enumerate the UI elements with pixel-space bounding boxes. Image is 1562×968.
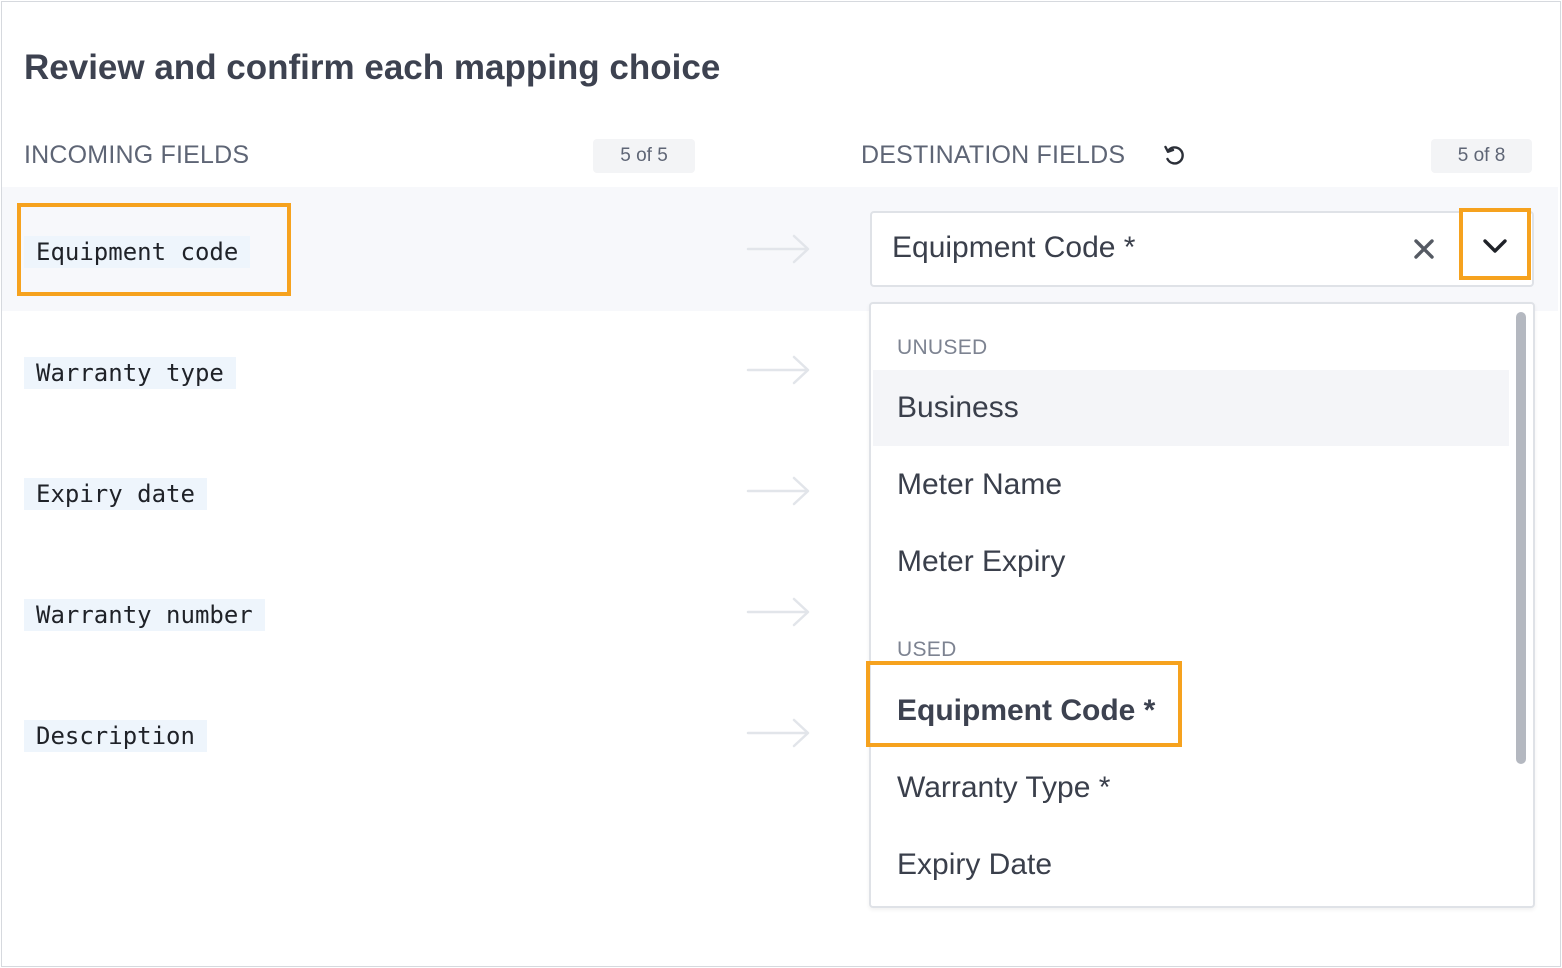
destination-fields-header: DESTINATION FIELDS bbox=[861, 141, 1126, 169]
arrow-right-icon bbox=[746, 355, 810, 385]
dropdown-option[interactable]: Business bbox=[873, 370, 1509, 446]
incoming-field[interactable]: Warranty number bbox=[24, 599, 265, 631]
dropdown-toggle-button[interactable] bbox=[1459, 208, 1531, 280]
undo-icon[interactable] bbox=[1162, 143, 1188, 169]
group-label-used: USED bbox=[897, 638, 957, 661]
destination-field-select[interactable]: Equipment Code * bbox=[870, 211, 1534, 287]
dropdown-option[interactable]: Meter Expiry bbox=[873, 524, 1509, 600]
incoming-fields-header: INCOMING FIELDS bbox=[24, 141, 250, 169]
selected-option-highlight bbox=[866, 661, 1182, 747]
arrow-right-icon bbox=[746, 476, 810, 506]
dropdown-scrollbar[interactable] bbox=[1516, 312, 1526, 764]
group-label-unused: UNUSED bbox=[897, 336, 988, 359]
page-title: Review and confirm each mapping choice bbox=[24, 48, 721, 87]
incoming-field[interactable]: Description bbox=[24, 720, 207, 752]
arrow-right-icon bbox=[746, 597, 810, 627]
selected-destination-value: Equipment Code * bbox=[892, 231, 1136, 264]
destination-count-badge: 5 of 8 bbox=[1431, 139, 1532, 173]
dropdown-option[interactable]: Expiry Date bbox=[873, 827, 1509, 903]
dropdown-option[interactable]: Warranty Type * bbox=[873, 750, 1509, 826]
incoming-field[interactable]: Expiry date bbox=[24, 478, 207, 510]
incoming-count-badge: 5 of 5 bbox=[593, 139, 695, 173]
destination-dropdown-menu: UNUSED Business Meter Name Meter Expiry … bbox=[869, 302, 1535, 908]
arrow-right-icon bbox=[746, 718, 810, 748]
selected-field-highlight bbox=[17, 203, 291, 296]
chevron-down-icon bbox=[1483, 239, 1507, 253]
arrow-right-icon bbox=[746, 234, 810, 264]
close-icon[interactable] bbox=[1410, 235, 1438, 263]
incoming-field[interactable]: Warranty type bbox=[24, 357, 236, 389]
dropdown-option[interactable]: Meter Name bbox=[873, 447, 1509, 523]
